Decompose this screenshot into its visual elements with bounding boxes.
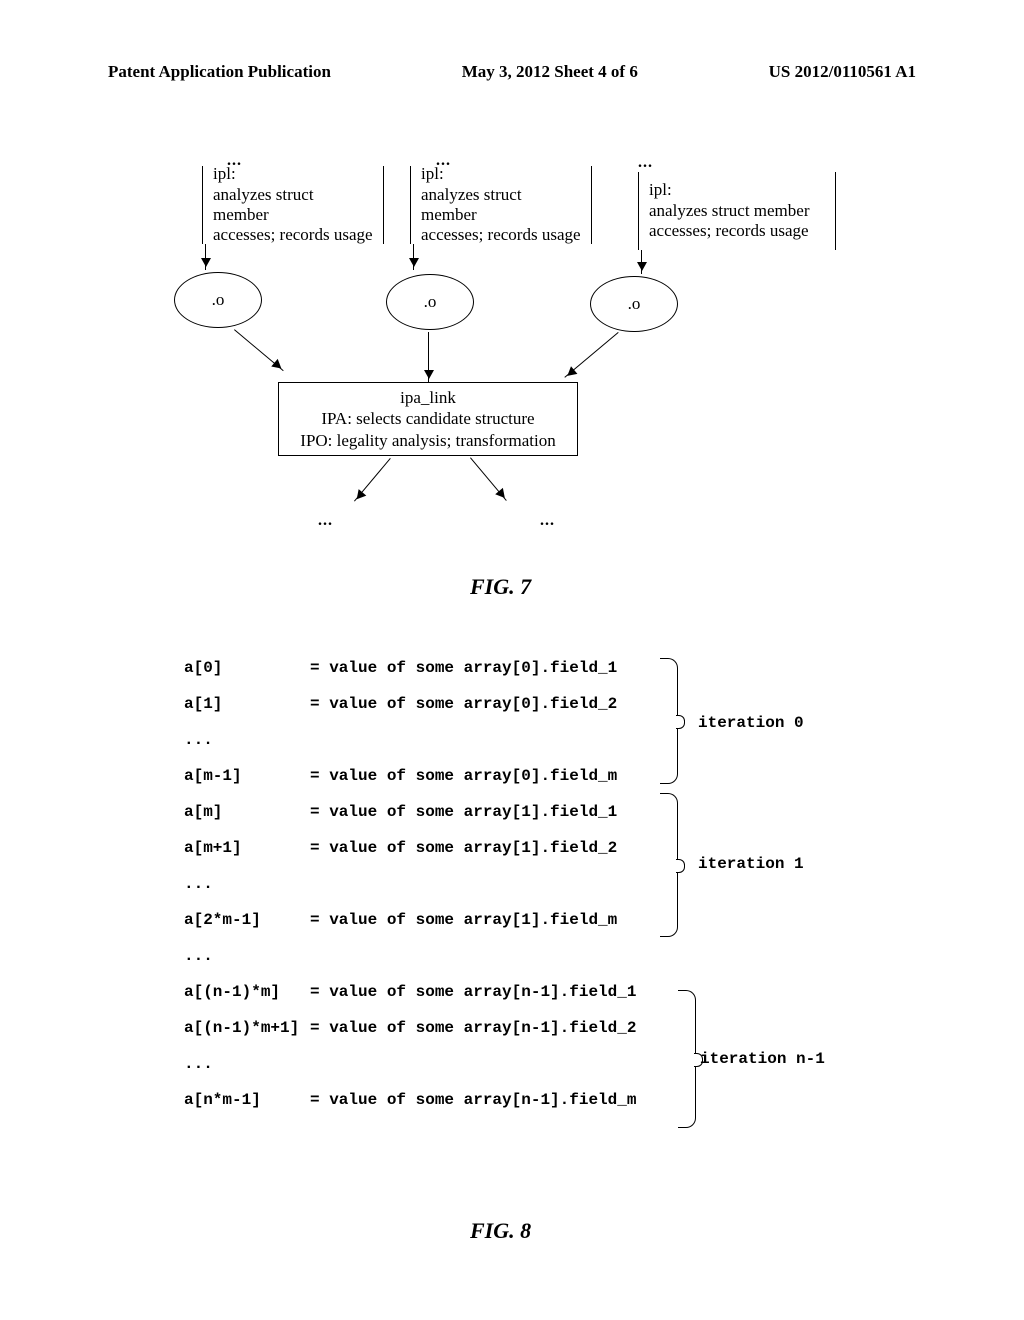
header-left: Patent Application Publication (108, 62, 331, 82)
brace-icon (660, 793, 678, 937)
code-lhs: ... (184, 948, 310, 964)
code-row: a[0]= value of some array[0].field_1 (184, 660, 884, 676)
output-ellipse: .o (386, 274, 474, 330)
code-rhs: = value of some array[0].field_m (310, 768, 617, 784)
code-rhs: = value of some array[1].field_1 (310, 804, 617, 820)
code-lhs: ... (184, 1056, 310, 1072)
ipl-line2: analyzes struct member (421, 185, 581, 226)
code-lhs: a[1] (184, 696, 310, 712)
ipl-line3: accesses; records usage (649, 221, 825, 241)
brace-label: iteration n-1 (700, 1050, 825, 1068)
code-row: a[(n-1)*m+1]= value of some array[n-1].f… (184, 1020, 884, 1036)
code-rhs: = value of some array[0].field_2 (310, 696, 617, 712)
code-lhs: a[m+1] (184, 840, 310, 856)
code-rhs: = value of some array[1].field_m (310, 912, 617, 928)
code-row: a[1]= value of some array[0].field_2 (184, 696, 884, 712)
ipl-line2: analyzes struct member (649, 201, 825, 221)
code-lhs: a[0] (184, 660, 310, 676)
brace-icon (678, 990, 696, 1128)
dots-icon: ... (318, 512, 333, 530)
code-row: ... (184, 876, 884, 892)
dots-icon: ... (540, 512, 555, 530)
code-lhs: ... (184, 876, 310, 892)
ipa-link-box: ipa_link IPA: selects candidate structur… (278, 382, 578, 456)
arrow-connector-icon (470, 457, 507, 501)
figure-7-diagram: ... ... ... ipl: analyzes struct member … (160, 152, 920, 582)
arrow-connector-icon (354, 458, 391, 502)
ellipse-label: .o (424, 292, 437, 312)
code-lhs: a[(n-1)*m+1] (184, 1020, 310, 1036)
code-rhs: = value of some array[n-1].field_2 (310, 1020, 636, 1036)
arrow-connector-icon (564, 332, 618, 378)
ipl-line1: ipl: (213, 164, 373, 184)
page-header: Patent Application Publication May 3, 20… (0, 0, 1024, 82)
header-right: US 2012/0110561 A1 (769, 62, 916, 82)
code-lhs: a[(n-1)*m] (184, 984, 310, 1000)
code-row: ... (184, 948, 884, 964)
code-lhs: a[2*m-1] (184, 912, 310, 928)
header-mid: May 3, 2012 Sheet 4 of 6 (462, 62, 638, 82)
figure-7-caption: FIG. 7 (470, 574, 531, 600)
ipl-box: ipl: analyzes struct member accesses; re… (410, 166, 592, 244)
code-lhs: a[m-1] (184, 768, 310, 784)
brace-label: iteration 0 (698, 714, 804, 732)
code-rhs: = value of some array[1].field_2 (310, 840, 617, 856)
code-lhs: ... (184, 732, 310, 748)
arrow-down-icon (641, 250, 642, 274)
brace-label: iteration 1 (698, 855, 804, 873)
code-row: a[m-1]= value of some array[0].field_m (184, 768, 884, 784)
arrow-connector-icon (234, 329, 284, 371)
code-rhs: = value of some array[0].field_1 (310, 660, 617, 676)
output-ellipse: .o (174, 272, 262, 328)
code-row: a[m]= value of some array[1].field_1 (184, 804, 884, 820)
ipa-line3: IPO: legality analysis; transformation (300, 430, 555, 451)
dots-icon: ... (638, 154, 653, 172)
arrow-down-icon (205, 244, 206, 270)
code-row: a[2*m-1]= value of some array[1].field_m (184, 912, 884, 928)
ipa-line2: IPA: selects candidate structure (321, 408, 534, 429)
ellipse-label: .o (212, 290, 225, 310)
arrow-connector-icon (428, 332, 429, 382)
code-lhs: a[n*m-1] (184, 1092, 310, 1108)
ipl-line2: analyzes struct member (213, 185, 373, 226)
code-rhs: = value of some array[n-1].field_1 (310, 984, 636, 1000)
code-lhs: a[m] (184, 804, 310, 820)
ipl-box: ipl: analyzes struct member accesses; re… (202, 166, 384, 244)
code-rhs: = value of some array[n-1].field_m (310, 1092, 636, 1108)
ipa-line1: ipa_link (400, 387, 456, 408)
code-row: a[n*m-1]= value of some array[n-1].field… (184, 1092, 884, 1108)
brace-icon (660, 658, 678, 784)
ipl-box: ipl: analyzes struct member accesses; re… (638, 172, 836, 250)
ellipse-label: .o (628, 294, 641, 314)
code-row: ... (184, 732, 884, 748)
ipl-line1: ipl: (421, 164, 581, 184)
ipl-line3: accesses; records usage (421, 225, 581, 245)
code-row: a[(n-1)*m]= value of some array[n-1].fie… (184, 984, 884, 1000)
figure-8-caption: FIG. 8 (470, 1218, 531, 1244)
arrow-down-icon (413, 244, 414, 270)
ipl-line1: ipl: (649, 180, 825, 200)
output-ellipse: .o (590, 276, 678, 332)
ipl-line3: accesses; records usage (213, 225, 373, 245)
code-row: a[m+1]= value of some array[1].field_2 (184, 840, 884, 856)
